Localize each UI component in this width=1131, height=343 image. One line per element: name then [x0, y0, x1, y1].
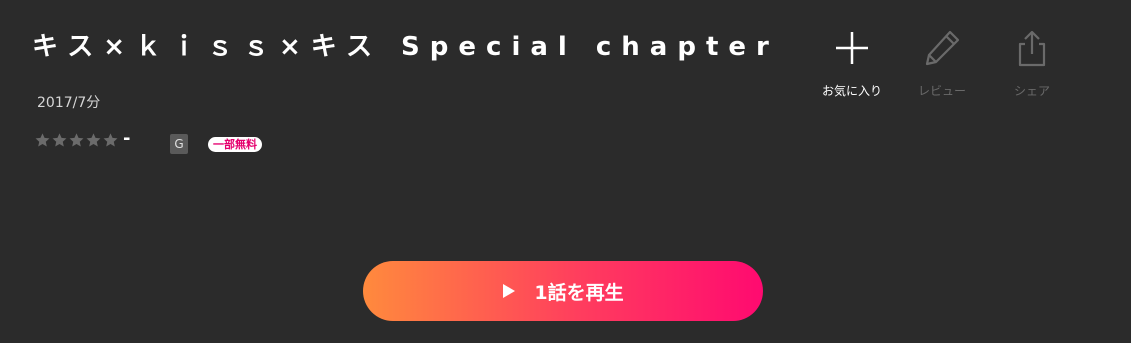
review-button[interactable]: レビュー [907, 28, 977, 99]
age-rating-badge: G [170, 134, 188, 154]
favorite-button[interactable]: お気に入り [817, 28, 887, 99]
free-badge: 一部無料 [208, 137, 262, 152]
rating-row: - G 一部無料 [34, 128, 294, 154]
star-icon [86, 133, 101, 147]
star-icon [35, 133, 50, 147]
release-meta: 2017/7分 [37, 95, 101, 111]
favorite-label: お気に入り [821, 84, 882, 98]
action-bar: お気に入り レビュー シェア [817, 28, 1077, 108]
plus-icon [836, 32, 868, 64]
share-label: シェア [1013, 84, 1050, 98]
star-icon [52, 133, 67, 147]
share-icon [1018, 30, 1046, 67]
star-rating [34, 132, 119, 149]
play-button-label: 1話を再生 [534, 281, 624, 304]
review-label: レビュー [917, 84, 966, 98]
page-title: キス×ｋｉｓｓ×キス Special chapter [32, 32, 779, 62]
play-icon [503, 284, 516, 298]
pencil-icon [925, 30, 960, 66]
star-icon [69, 133, 84, 147]
star-icon [103, 133, 118, 147]
rating-score: - [123, 128, 131, 149]
share-button[interactable]: シェア [997, 28, 1067, 99]
play-button[interactable]: 1話を再生 [363, 261, 763, 321]
